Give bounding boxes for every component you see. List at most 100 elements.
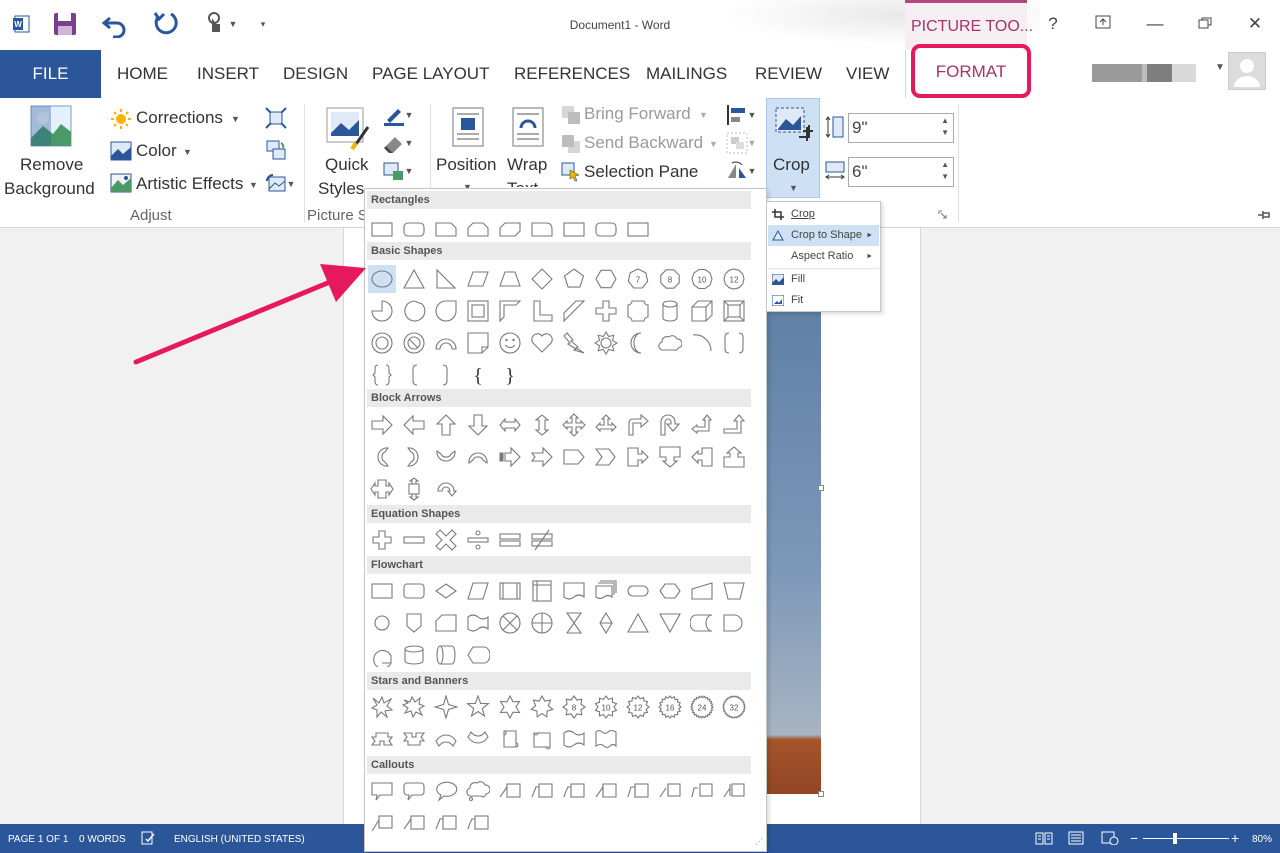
read-mode-icon[interactable] [1035,831,1053,848]
crop-menu-fill[interactable]: Fill [768,269,879,290]
shape-fc-proc[interactable] [368,577,396,605]
rotate-icon[interactable]: ▼ [722,158,760,184]
shape-diamond[interactable] [528,265,556,293]
shape-round[interactable] [400,215,428,243]
close-button[interactable]: ✕ [1240,10,1270,38]
shape-eq-div[interactable] [464,526,492,554]
shape-dbracket[interactable] [720,329,748,357]
zoom-level[interactable]: 80% [1252,834,1272,845]
shape-cl-l1[interactable] [496,777,524,805]
shape-diagstripe[interactable] [560,297,588,325]
position-button[interactable]: Position [436,155,496,175]
shape-ar-cd[interactable] [464,443,492,471]
position-icon[interactable] [448,104,488,150]
shape-lbracket[interactable] [400,361,428,389]
reset-picture-icon[interactable]: ▼ [262,172,298,196]
shape-ar-lru[interactable] [592,411,620,439]
shape-donut[interactable] [368,329,396,357]
resize-grip-icon[interactable]: ⋰ [755,837,763,846]
shape-fc-man[interactable] [688,577,716,605]
shape-eq-neq[interactable] [528,526,556,554]
user-name-redacted[interactable] [1092,64,1196,82]
tab-view[interactable]: VIEW [846,64,889,84]
customize-qat-icon[interactable]: ▾ [256,8,270,40]
shape-cribu[interactable] [432,725,460,753]
shape-moon[interactable] [624,329,652,357]
shape-smile[interactable] [496,329,524,357]
shape-fc-term[interactable] [624,577,652,605]
shape-st5[interactable] [464,693,492,721]
shape-fc-conn[interactable] [368,609,396,637]
shape-trap[interactable] [496,265,524,293]
crop-menu-fit[interactable]: Fit [768,290,879,311]
selection-pane-button[interactable]: Selection Pane [584,162,698,182]
shape-ar-ud[interactable] [528,411,556,439]
tab-review[interactable]: REVIEW [755,64,822,84]
height-spinner-icon[interactable]: ▲ ▼ [941,115,949,139]
zoom-in-button[interactable]: + [1231,830,1239,846]
shape-fc-mop[interactable] [720,577,748,605]
shape-cl-a2[interactable] [624,777,652,805]
shape-pie[interactable] [368,297,396,325]
shape-cl-rect[interactable] [368,777,396,805]
picture-effects-icon[interactable]: ▼ [378,130,418,156]
shape-ar-circ[interactable] [432,475,460,503]
corrections-button[interactable]: Corrections [136,108,223,128]
shape-fc-delay[interactable] [720,609,748,637]
shape-plaque[interactable] [624,297,652,325]
shape-chevron[interactable] [592,443,620,471]
shape-fc-sort[interactable] [592,609,620,637]
shape-chord[interactable] [400,297,428,325]
shape-fc-dsk[interactable] [432,641,460,669]
shape-plus[interactable] [592,297,620,325]
quick-styles-icon[interactable] [324,104,370,152]
color-icon[interactable] [110,140,132,162]
shape-fc-doc[interactable] [560,577,588,605]
remove-background-icon[interactable] [28,104,74,148]
shape-fc-disp[interactable] [464,641,492,669]
shape-wave[interactable] [560,725,588,753]
shape-fc-mag[interactable] [400,641,428,669]
shape-ribd[interactable] [400,725,428,753]
shape-cl-bd3[interactable] [720,777,748,805]
shape-heart[interactable] [528,329,556,357]
language-indicator[interactable]: ENGLISH (UNITED STATES) [174,834,305,845]
proofing-icon[interactable] [141,831,155,848]
shape-cribd[interactable] [464,725,492,753]
shape-cl-n1[interactable] [368,809,396,837]
corrections-icon[interactable] [110,108,132,130]
shape-snip1[interactable] [432,215,460,243]
zoom-out-button[interactable]: − [1130,830,1138,846]
shape-cl-bd2[interactable] [688,777,716,805]
shape-cl-oval[interactable] [432,777,460,805]
shape-cl-l2[interactable] [528,777,556,805]
account-caret-icon[interactable]: ▼ [1215,62,1225,73]
shape-st7[interactable] [528,693,556,721]
shape-fc-alt[interactable] [400,577,428,605]
shape-bolt[interactable] [560,329,588,357]
shape-co-lr[interactable] [368,475,396,503]
shape-cl-l3[interactable] [560,777,588,805]
page-count[interactable]: PAGE 1 OF 1 [8,834,68,845]
shape-folded[interactable] [464,329,492,357]
shape-rect[interactable] [560,215,588,243]
web-layout-icon[interactable] [1101,831,1119,848]
shape-co-quad[interactable] [400,475,428,503]
shape-fc-data[interactable] [464,577,492,605]
shape-ar-cr[interactable] [368,443,396,471]
shape-para[interactable] [464,265,492,293]
picture-border-icon[interactable]: ▼ [378,102,418,128]
artistic-effects-icon[interactable] [110,172,132,194]
shape-eq-eq[interactable] [496,526,524,554]
quick-styles-label-1[interactable]: Quick [325,155,368,175]
wrap-text-icon[interactable] [508,104,548,150]
tab-references[interactable]: REFERENCES [514,64,630,84]
shape-width-input[interactable]: 6" ▲ ▼ [848,157,954,187]
shape-frame[interactable] [464,297,492,325]
shape-oct8[interactable]: 8 [656,265,684,293]
wrap-text-label-1[interactable]: Wrap [507,155,547,175]
shape-st32[interactable]: 32 [720,693,748,721]
shape-fc-dec[interactable] [432,577,460,605]
color-caret-icon[interactable]: ▼ [183,147,192,157]
shape-fc-sum[interactable] [496,609,524,637]
